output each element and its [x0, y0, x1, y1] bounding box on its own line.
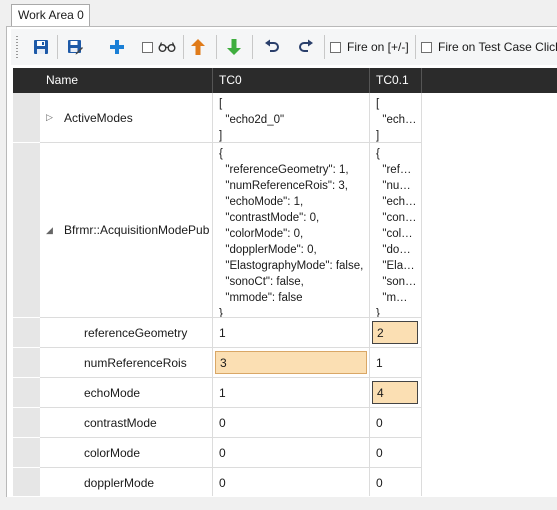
table-cell-tc0[interactable]: 0 — [213, 468, 370, 496]
table-cell-tc01[interactable]: 0 — [370, 438, 422, 468]
grid-corner-header[interactable] — [13, 68, 40, 93]
table-cell-tc0[interactable]: 0 — [213, 438, 370, 468]
table-cell-tc01[interactable]: 2 — [370, 318, 422, 348]
toolbar-separator — [57, 35, 58, 59]
data-grid: Name TC0 TC0.1 ▷ ActiveModes [ "echo2d_0… — [13, 68, 557, 496]
column-header-name[interactable]: Name — [40, 68, 213, 93]
table-cell-tc01[interactable]: 4 — [370, 378, 422, 408]
collapse-icon[interactable]: ◢ — [46, 225, 56, 236]
row-name-label: Bfrmr::AcquisitionModePub — [64, 223, 210, 237]
table-row-name[interactable]: ▷ ActiveModes — [40, 93, 213, 143]
fire-on-plus-minus-label: Fire on [+/-] — [347, 40, 409, 54]
move-up-icon[interactable] — [187, 35, 209, 59]
table-row-name[interactable]: dopplerMode — [40, 468, 213, 496]
changed-value-highlight: 2 — [372, 321, 418, 344]
column-header-tc0-label: TC0 — [219, 73, 242, 87]
fire-on-plus-minus-checkbox[interactable] — [328, 35, 342, 59]
changed-value-highlight: 4 — [372, 381, 418, 404]
column-header-filler — [422, 68, 557, 93]
toolbar-separator — [252, 35, 253, 59]
row-header[interactable] — [13, 378, 40, 408]
row-header[interactable] — [13, 143, 40, 318]
table-cell-tc0[interactable]: 1 — [213, 378, 370, 408]
tab-work-area-0[interactable]: Work Area 0 — [11, 4, 90, 27]
column-header-tc01-label: TC0.1 — [376, 73, 409, 87]
table-cell-tc01[interactable]: 0 — [370, 468, 422, 496]
toolbar: Fire on [+/-] Fire on Test Case Click — [11, 29, 557, 65]
save-as-icon[interactable] — [64, 35, 86, 59]
glasses-icon[interactable] — [157, 35, 177, 59]
table-row-name[interactable]: numReferenceRois — [40, 348, 213, 378]
row-header[interactable] — [13, 93, 40, 143]
toolbar-grip[interactable] — [16, 36, 18, 58]
table-cell-tc0[interactable]: 1 — [213, 318, 370, 348]
toolbar-separator — [415, 35, 416, 59]
row-name-label: ActiveModes — [64, 110, 133, 125]
table-cell-tc01[interactable]: 1 — [370, 348, 422, 378]
table-cell-tc0[interactable]: 0 — [213, 408, 370, 438]
table-cell-tc0[interactable]: 3 — [213, 348, 370, 378]
status-strip — [6, 497, 557, 504]
undo-icon[interactable] — [261, 35, 283, 59]
add-icon[interactable] — [106, 35, 128, 59]
column-header-tc0[interactable]: TC0 — [213, 68, 370, 93]
table-row-name[interactable]: echoMode — [40, 378, 213, 408]
row-header[interactable] — [13, 468, 40, 496]
toolbar-separator — [216, 35, 217, 59]
fire-on-test-case-click-checkbox[interactable] — [419, 35, 433, 59]
table-row-name[interactable]: colorMode — [40, 438, 213, 468]
toolbar-separator — [183, 35, 184, 59]
table-cell-tc01[interactable]: { "ref… "nu… "ech… "con… "col… "do… "Ela… — [370, 143, 422, 318]
table-cell-tc01[interactable]: [ "ech… ] — [370, 93, 422, 143]
row-header[interactable] — [13, 318, 40, 348]
table-row-name[interactable]: ◢ Bfrmr::AcquisitionModePub — [40, 143, 213, 318]
row-header[interactable] — [13, 348, 40, 378]
changed-value-highlight: 3 — [215, 351, 367, 374]
table-cell-tc0[interactable]: [ "echo2d_0" ] — [213, 93, 370, 143]
table-row-name[interactable]: referenceGeometry — [40, 318, 213, 348]
row-header[interactable] — [13, 408, 40, 438]
expand-icon[interactable]: ▷ — [46, 112, 56, 123]
table-row-name[interactable]: contrastMode — [40, 408, 213, 438]
redo-icon[interactable] — [295, 35, 317, 59]
column-header-tc01[interactable]: TC0.1 — [370, 68, 422, 93]
tab-strip: Work Area 0 — [0, 0, 557, 27]
toolbar-separator — [324, 35, 325, 59]
table-cell-tc0[interactable]: { "referenceGeometry": 1, "numReferenceR… — [213, 143, 370, 318]
table-cell-tc01[interactable]: 0 — [370, 408, 422, 438]
move-down-icon[interactable] — [223, 35, 245, 59]
row-header[interactable] — [13, 438, 40, 468]
save-icon[interactable] — [30, 35, 52, 59]
filter-checkbox[interactable] — [140, 35, 154, 59]
fire-on-test-case-click-label: Fire on Test Case Click — [438, 40, 557, 54]
column-header-name-label: Name — [46, 73, 79, 87]
